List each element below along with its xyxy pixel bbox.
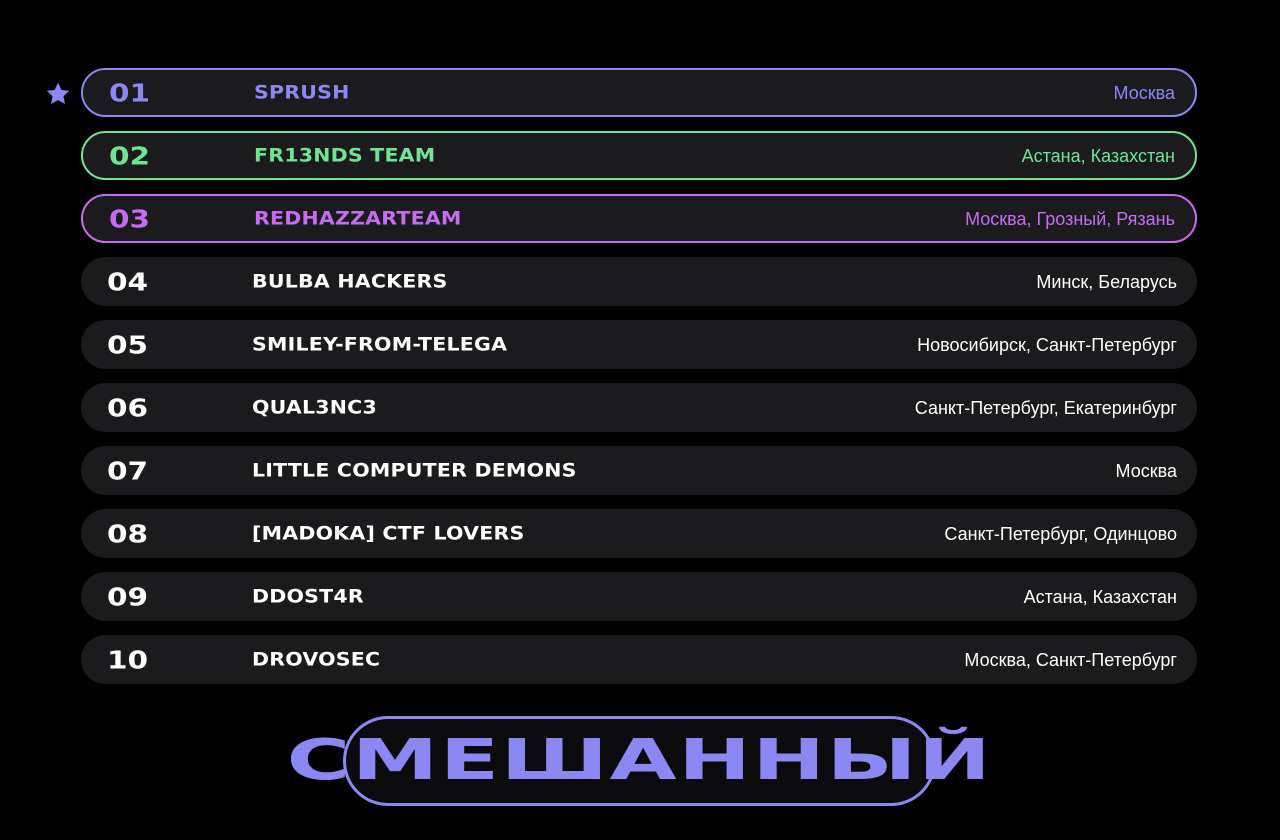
rank-number: 06 — [107, 393, 149, 422]
team-city: Москва — [1113, 82, 1175, 103]
leaderboard-row-4: 04 BULBA HACKERS Минск, Беларусь — [81, 257, 1197, 306]
leaderboard-row-10: 10 DROVOSEC Москва, Санкт-Петербург — [81, 635, 1197, 684]
leaderboard-row-9: 09 DDOST4R Астана, Казахстан — [81, 572, 1197, 621]
team-city: Новосибирск, Санкт-Петербург — [917, 334, 1177, 355]
leaderboard-row-6: 06 QUAL3NC3 Санкт-Петербург, Екатеринбур… — [81, 383, 1197, 432]
team-leaderboard: 01 SPRUSH Москва 02 FR13NDS TEAM Астана,… — [0, 0, 1280, 700]
rank-number: 09 — [107, 582, 149, 611]
team-name: [MADOKA] CTF LOVERS — [252, 522, 525, 544]
team-name: BULBA HACKERS — [252, 270, 448, 292]
star-icon — [46, 82, 70, 105]
team-name: SPRUSH — [254, 81, 350, 103]
team-name: REDHAZZARTEAM — [254, 207, 462, 229]
leaderboard-row-3: 03 REDHAZZARTEAM Москва, Грозный, Рязань — [81, 194, 1197, 243]
rank-number: 04 — [107, 267, 149, 296]
rank-number: 03 — [109, 204, 151, 233]
leaderboard-row-7: 07 LITTLE COMPUTER DEMONS Москва — [81, 446, 1197, 495]
team-name: SMILEY-FROM-TELEGA — [252, 333, 508, 355]
team-name: FR13NDS TEAM — [254, 144, 436, 166]
team-city: Москва, Грозный, Рязань — [965, 208, 1175, 229]
leaderboard-row-1: 01 SPRUSH Москва — [81, 68, 1197, 117]
leaderboard-row-8: 08 [MADOKA] CTF LOVERS Санкт-Петербург, … — [81, 509, 1197, 558]
team-name: DROVOSEC — [252, 648, 381, 670]
rank-number: 01 — [109, 78, 151, 107]
leaderboard-row-5: 05 SMILEY-FROM-TELEGA Новосибирск, Санкт… — [81, 320, 1197, 369]
team-city: Москва — [1115, 460, 1177, 481]
rank-number: 07 — [107, 456, 149, 485]
team-name: LITTLE COMPUTER DEMONS — [252, 459, 577, 481]
category-label: СМЕШАННЫЙ — [286, 728, 993, 793]
category-badge: СМЕШАННЫЙ — [287, 716, 991, 806]
rank-number: 10 — [107, 645, 149, 674]
team-city: Астана, Казахстан — [1021, 145, 1175, 166]
rank-number: 08 — [107, 519, 149, 548]
team-city: Санкт-Петербург, Екатеринбург — [914, 397, 1177, 418]
leaderboard-row-2: 02 FR13NDS TEAM Астана, Казахстан — [81, 131, 1197, 180]
rank-number: 02 — [109, 141, 151, 170]
team-name: DDOST4R — [252, 585, 364, 607]
team-city: Санкт-Петербург, Одинцово — [944, 523, 1177, 544]
team-name: QUAL3NC3 — [252, 396, 377, 418]
team-city: Минск, Беларусь — [1036, 271, 1177, 292]
rank-number: 05 — [107, 330, 149, 359]
team-city: Астана, Казахстан — [1023, 586, 1177, 607]
team-city: Москва, Санкт-Петербург — [964, 649, 1177, 670]
